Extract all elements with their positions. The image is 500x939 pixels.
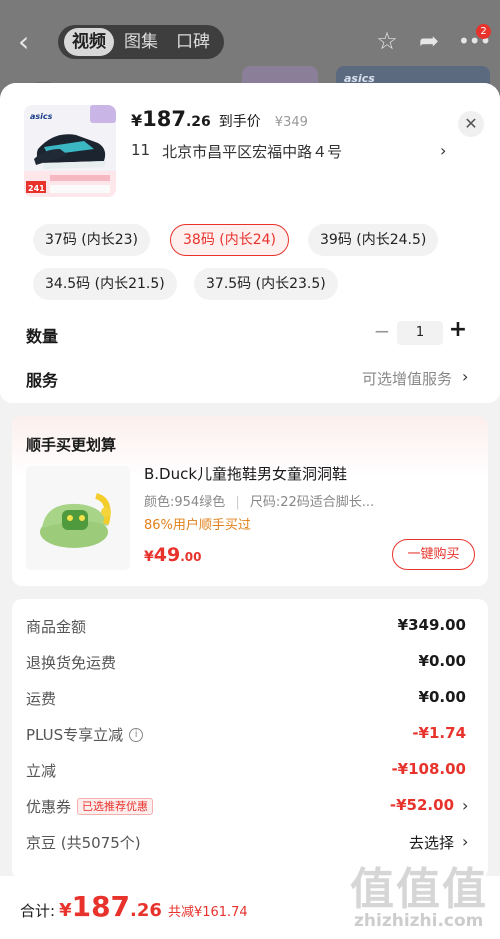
combo-buy-rate: 86%用户顺手买过 bbox=[144, 518, 251, 533]
original-price: ¥349 bbox=[274, 115, 308, 130]
size-selector: 37码 (内长23) 38码 (内长24) 39码 (内长24.5) 34.5码… bbox=[0, 213, 500, 403]
close-icon[interactable]: ✕ bbox=[458, 111, 484, 137]
size-chip-37[interactable]: 37码 (内长23) bbox=[33, 224, 151, 256]
info-icon[interactable]: i bbox=[129, 727, 144, 742]
thumb-price-tag: 241 bbox=[28, 184, 45, 193]
chevron-right-icon[interactable]: › bbox=[462, 367, 468, 386]
thumb-brand: asics bbox=[30, 112, 53, 121]
total-saving: 共减¥161.74 bbox=[167, 905, 248, 920]
combo-product-image[interactable] bbox=[26, 466, 130, 570]
price-decimal: .26 bbox=[185, 114, 211, 130]
summary-row-plus: PLUS专享立减 i -¥1.74 bbox=[26, 724, 466, 744]
product-thumbnail: asics 241 bbox=[24, 105, 116, 197]
chevron-right-icon[interactable]: › bbox=[462, 796, 468, 815]
price-integer: 187 bbox=[142, 107, 186, 131]
summary-row: 立减 -¥108.00 bbox=[26, 760, 466, 780]
share-icon[interactable]: ➦ bbox=[416, 28, 442, 54]
summary-row: 退换货免运费 ¥0.00 bbox=[26, 652, 466, 672]
summary-row: 运费 ¥0.00 bbox=[26, 688, 466, 708]
delivery-address[interactable]: 11 北京市昌平区宏福中路４号 bbox=[131, 141, 342, 162]
tab-reviews[interactable]: 口碑 bbox=[168, 28, 218, 56]
combo-product-spec: 颜色:954绿色 | 尺码:22码适合脚长... bbox=[144, 495, 375, 510]
notification-badge: 2 bbox=[476, 24, 491, 39]
size-chip-38[interactable]: 38码 (内长24) bbox=[170, 224, 290, 256]
combo-price: ¥ 49 .00 bbox=[144, 544, 202, 566]
purchase-sheet: asics 241 ¥ 187 .26 到手价 ¥349 11 北京市昌平区宏福… bbox=[0, 83, 500, 939]
tab-video[interactable]: 视频 bbox=[64, 28, 114, 56]
combo-spec-color: 颜色:954绿色 bbox=[144, 495, 226, 510]
combo-spec-size: 尺码:22码适合脚长... bbox=[249, 495, 375, 510]
chevron-right-icon[interactable]: › bbox=[440, 141, 446, 160]
size-chip-37-5[interactable]: 37.5码 (内长23.5) bbox=[194, 268, 338, 300]
chevron-right-icon[interactable]: › bbox=[462, 832, 468, 851]
summary-row-coupon[interactable]: 优惠券 已选推荐优惠 -¥52.00 bbox=[26, 796, 454, 820]
summary-row: 商品金额 ¥349.00 bbox=[26, 616, 466, 636]
price-label: 到手价 bbox=[218, 114, 261, 130]
one-click-buy-button[interactable]: 一键购买 bbox=[392, 539, 475, 570]
address-text: 北京市昌平区宏福中路４号 bbox=[162, 143, 343, 161]
size-chip-34-5[interactable]: 34.5码 (内长21.5) bbox=[33, 268, 177, 300]
service-option[interactable]: 可选增值服务 bbox=[362, 368, 452, 389]
price-summary: 商品金额 ¥349.00 退换货免运费 ¥0.00 运费 ¥0.00 PLUS专… bbox=[12, 599, 488, 879]
quantity-input[interactable]: 1 bbox=[397, 321, 443, 345]
coupon-tag: 已选推荐优惠 bbox=[77, 798, 154, 815]
combo-recommendation: 顺手买更划算 B.Duck儿童拖鞋男女童洞洞鞋 颜色:954绿色 | 尺码:22… bbox=[12, 416, 488, 586]
sheet-header: asics 241 ¥ 187 .26 到手价 ¥349 11 北京市昌平区宏福… bbox=[0, 83, 500, 213]
combo-product-name[interactable]: B.Duck儿童拖鞋男女童洞洞鞋 bbox=[144, 463, 347, 484]
back-arrow-icon[interactable]: ‹ bbox=[18, 28, 40, 56]
address-prefix: 11 bbox=[131, 141, 151, 159]
media-tabs: 视频 图集 口碑 bbox=[58, 25, 224, 59]
quantity-increase-button[interactable]: + bbox=[448, 317, 468, 342]
star-icon[interactable]: ☆ bbox=[374, 28, 400, 54]
tab-gallery[interactable]: 图集 bbox=[116, 28, 166, 56]
price-row: ¥ 187 .26 到手价 ¥349 bbox=[131, 107, 308, 131]
size-chip-39[interactable]: 39码 (内长24.5) bbox=[308, 224, 439, 256]
quantity-decrease-button[interactable]: − bbox=[372, 319, 392, 343]
quantity-label: 数量 bbox=[26, 327, 59, 346]
combo-title: 顺手买更划算 bbox=[26, 436, 117, 454]
total-price: 合计: ¥ 187 .26 共减¥161.74 bbox=[20, 890, 248, 923]
watermark: 值值值 zhizhizhi.com bbox=[350, 864, 488, 931]
price-symbol: ¥ bbox=[131, 111, 143, 130]
service-label: 服务 bbox=[26, 371, 59, 390]
